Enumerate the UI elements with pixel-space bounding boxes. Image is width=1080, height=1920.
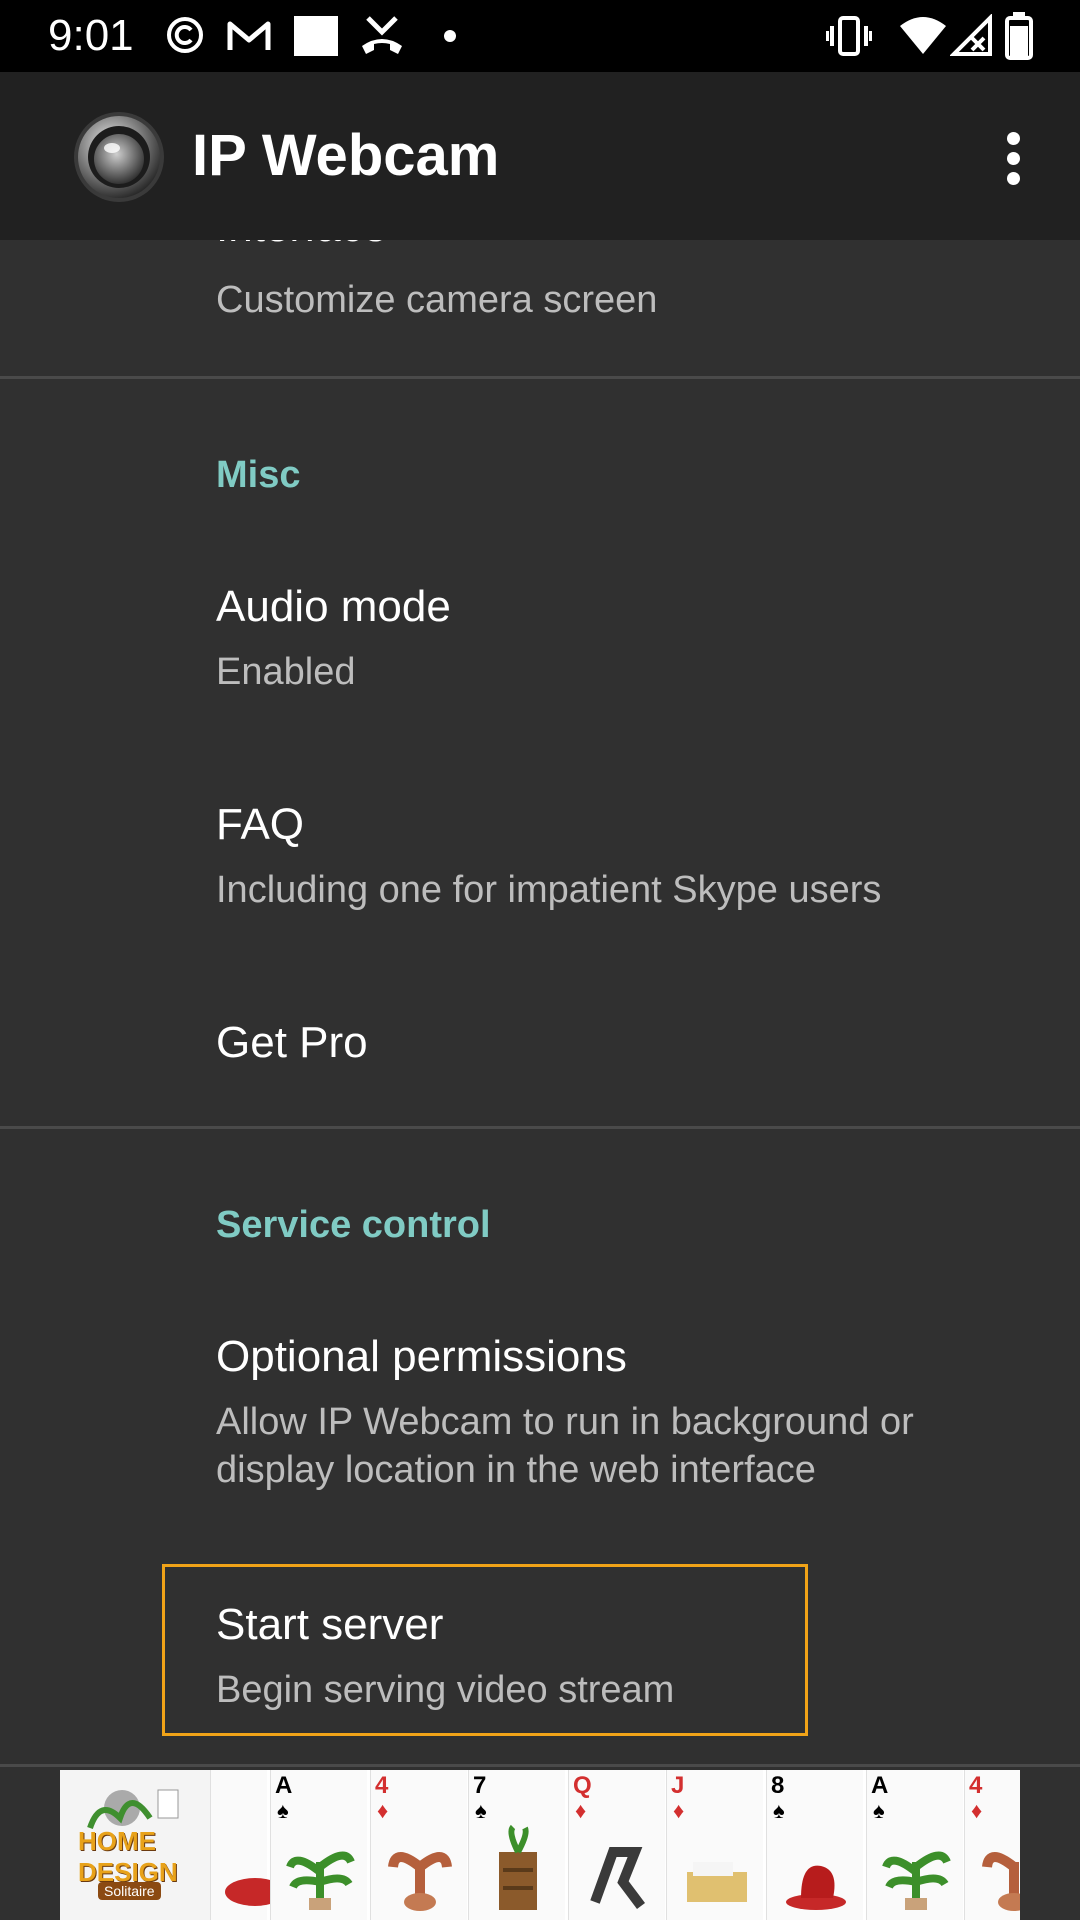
ad-logo-sub: Solitaire xyxy=(98,1882,161,1900)
divider xyxy=(0,376,1080,379)
card-furniture-art xyxy=(982,1852,1020,1911)
card-furniture-art xyxy=(786,1865,846,1910)
ad-banner[interactable]: HOME DESIGN Solitaire A ♠ 4 ♦ 7 ♠ Q ♦ J ♦ 8 ♠ A ♠ 4 ♦ xyxy=(60,1770,1020,1920)
card-suit-icon: ♠ xyxy=(475,1798,487,1823)
card-rank: 4 xyxy=(375,1772,389,1799)
card-furniture-art xyxy=(590,1847,645,1909)
missed-call-icon xyxy=(362,16,402,54)
pref-summary: Allow IP Webcam to run in background or xyxy=(216,1401,914,1443)
copyright-app-icon xyxy=(167,17,203,53)
card-suit-icon: ♠ xyxy=(873,1798,885,1823)
pref-title: Get Pro xyxy=(216,1018,368,1067)
pref-title: Start server xyxy=(216,1600,444,1649)
app-bar: IP Webcam xyxy=(0,72,1080,240)
card-rank: J xyxy=(671,1772,685,1799)
pref-title: FAQ xyxy=(216,800,305,849)
status-time: 9:01 xyxy=(48,11,134,60)
notification-square-icon xyxy=(294,16,338,56)
pref-summary: Enabled xyxy=(216,651,356,693)
ad-playing-card: A ♠ xyxy=(866,1770,963,1920)
category-service-control: Service control xyxy=(216,1204,491,1246)
pref-summary: Customize camera screen xyxy=(216,279,658,321)
pref-title: Interface xyxy=(216,240,387,252)
pref-summary: display location in the web interface xyxy=(216,1449,816,1491)
more-vert-icon xyxy=(1007,132,1020,145)
card-suit-icon: ♠ xyxy=(277,1798,289,1823)
card-furniture-art xyxy=(687,1862,747,1902)
card-suit-icon: ♠ xyxy=(773,1798,785,1823)
card-furniture-art xyxy=(286,1851,355,1910)
ad-logo: HOME DESIGN Solitaire xyxy=(60,1770,210,1920)
card-furniture-art xyxy=(499,1824,537,1910)
ad-playing-card: 7 ♠ xyxy=(468,1770,565,1920)
card-rank: Q xyxy=(573,1772,592,1799)
card-suit-icon: ♦ xyxy=(377,1798,389,1823)
pref-title: Optional permissions xyxy=(216,1332,627,1381)
category-misc: Misc xyxy=(216,454,301,496)
pref-summary: Including one for impatient Skype users xyxy=(216,869,882,911)
card-rank: A xyxy=(871,1772,889,1799)
pref-summary: Begin serving video stream xyxy=(216,1669,675,1711)
card-furniture-art xyxy=(882,1851,951,1910)
more-notifications-dot-icon xyxy=(444,30,456,42)
divider xyxy=(0,1126,1080,1129)
card-suit-icon: ♦ xyxy=(575,1798,587,1823)
divider xyxy=(0,1764,1080,1767)
card-suit-icon: ♦ xyxy=(673,1798,685,1823)
ad-playing-card: 8 ♠ xyxy=(766,1770,863,1920)
card-rank: 8 xyxy=(771,1772,785,1799)
ad-playing-card xyxy=(210,1770,285,1920)
vibrate-icon xyxy=(826,16,872,56)
ad-playing-card: A ♠ xyxy=(270,1770,367,1920)
app-title: IP Webcam xyxy=(192,123,500,188)
more-options-button[interactable] xyxy=(990,122,1038,190)
wifi-icon xyxy=(900,17,946,54)
card-rank: A xyxy=(275,1772,293,1799)
battery-icon xyxy=(1005,12,1033,60)
pref-title: Audio mode xyxy=(216,582,451,631)
status-bar: 9:01 xyxy=(0,0,1080,72)
card-furniture-art xyxy=(388,1852,452,1911)
card-rank: 7 xyxy=(473,1772,487,1799)
ad-playing-card: 4 ♦ xyxy=(964,1770,1020,1920)
preferences-list[interactable]: Interface Customize camera screen Misc A… xyxy=(0,240,1080,1770)
cell-signal-icon xyxy=(950,14,992,56)
gmail-icon xyxy=(227,21,271,50)
ad-playing-card: Q ♦ xyxy=(568,1770,665,1920)
ad-logo-text: HOME DESIGN xyxy=(78,1826,178,1887)
ad-playing-card: J ♦ xyxy=(666,1770,763,1920)
card-suit-icon: ♦ xyxy=(971,1798,983,1823)
card-rank: 4 xyxy=(969,1772,983,1799)
ad-playing-card: 4 ♦ xyxy=(370,1770,467,1920)
webcam-lens-icon xyxy=(74,112,164,202)
